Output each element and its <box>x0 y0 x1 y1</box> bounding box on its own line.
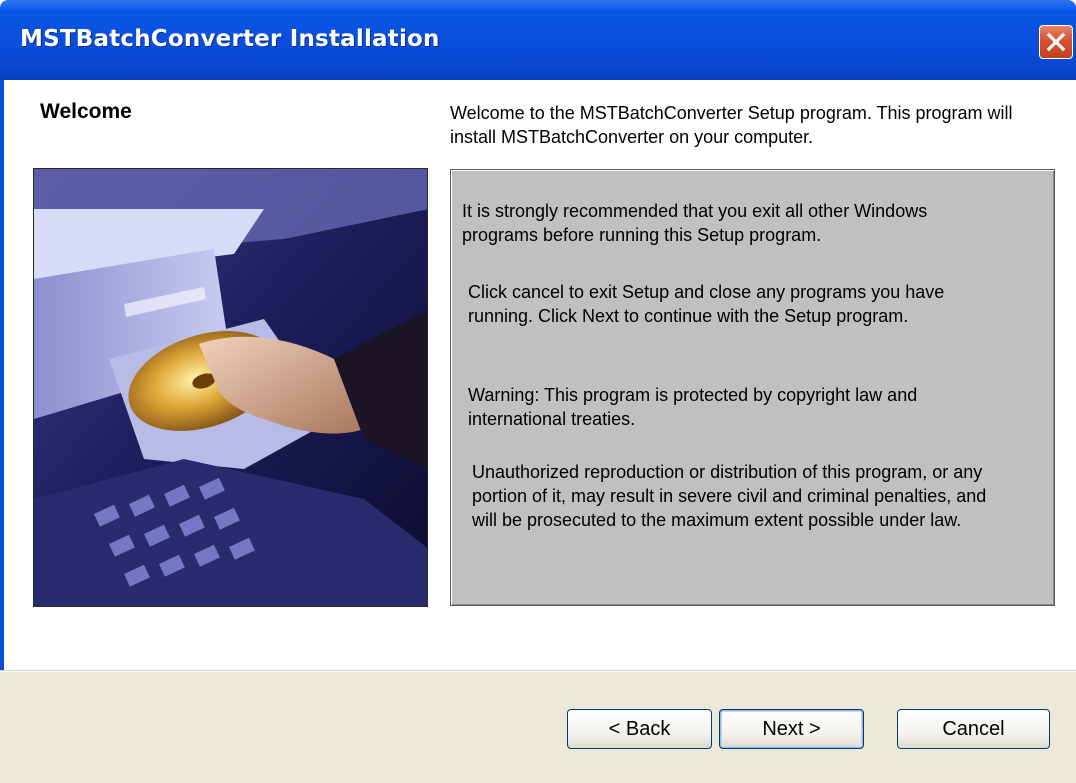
info-instructions: Click cancel to exit Setup and close any… <box>468 282 945 326</box>
installer-window: MSTBatchConverter Installation Welcome W… <box>0 0 1076 783</box>
title-bar[interactable]: MSTBatchConverter Installation <box>0 0 1076 80</box>
back-button[interactable]: < Back <box>567 709 712 749</box>
window-title: MSTBatchConverter Installation <box>20 26 440 52</box>
info-legal-notice: Unauthorized reproduction or distributio… <box>472 462 987 530</box>
close-button[interactable] <box>1039 25 1073 59</box>
setup-illustration <box>33 168 428 607</box>
next-button[interactable]: Next > <box>719 709 864 749</box>
info-recommendation: It is strongly recommended that you exit… <box>462 201 928 245</box>
cancel-button[interactable]: Cancel <box>897 709 1050 749</box>
page-title: Welcome <box>40 100 132 123</box>
close-x-icon <box>1046 32 1066 52</box>
info-panel: It is strongly recommended that you exit… <box>450 169 1055 606</box>
info-copyright-warning: Warning: This program is protected by co… <box>468 385 918 429</box>
intro-text: Welcome to the MSTBatchConverter Setup p… <box>450 103 1013 147</box>
